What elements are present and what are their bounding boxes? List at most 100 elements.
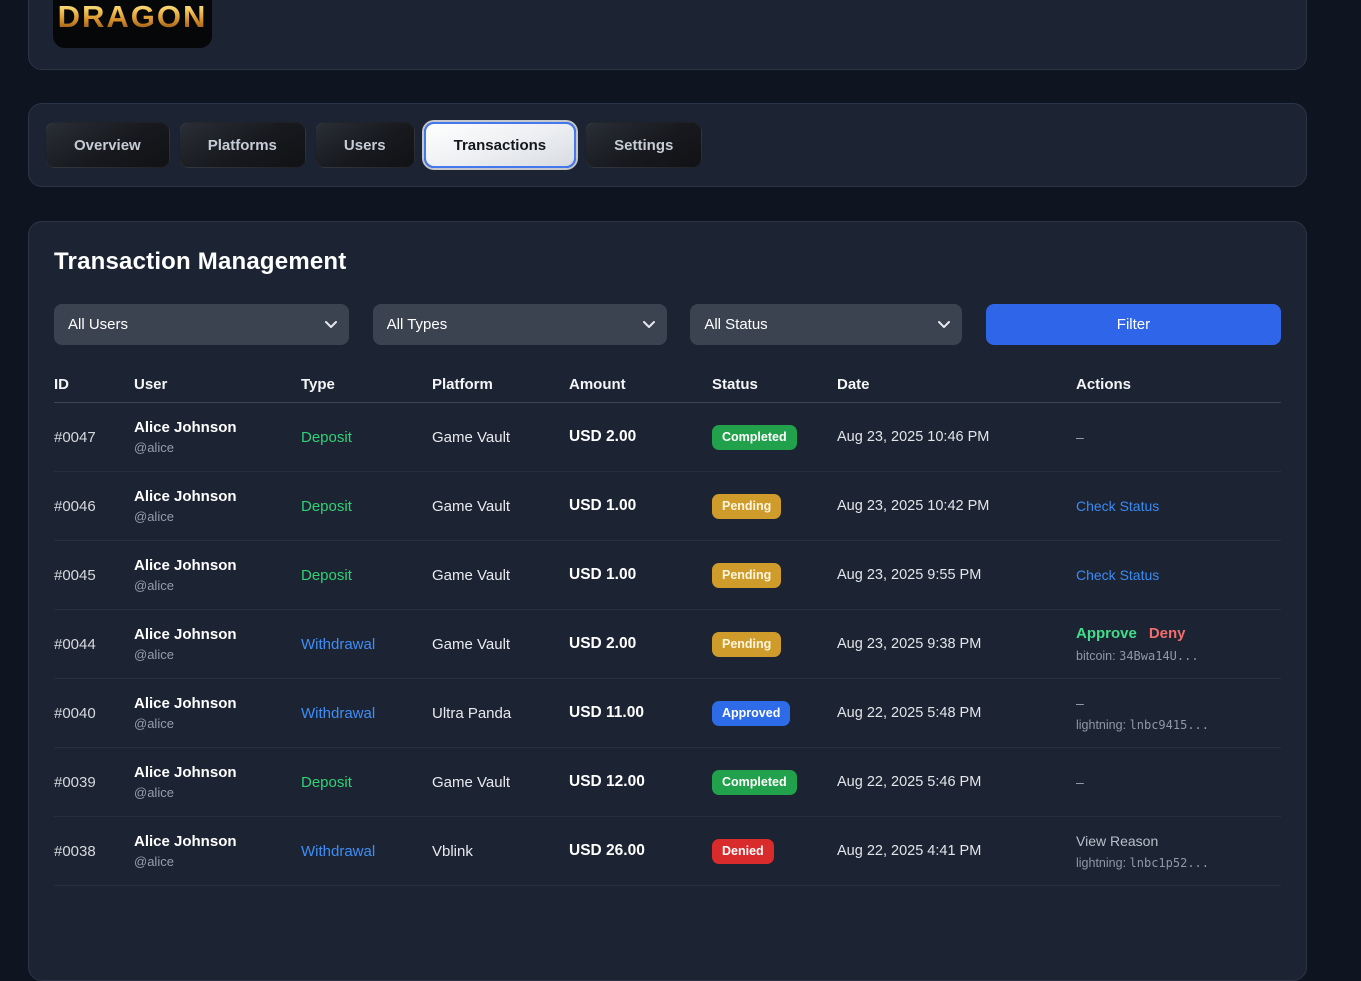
table-row: #0038 Alice Johnson @alice Withdrawal Vb… <box>54 817 1281 886</box>
status-cell: Pending <box>712 494 837 519</box>
table-row: #0046 Alice Johnson @alice Deposit Game … <box>54 472 1281 541</box>
tab-bar: Overview Platforms Users Transactions Se… <box>29 104 1306 186</box>
user-name: Alice Johnson <box>134 419 301 436</box>
column-header-amount: Amount <box>569 376 712 393</box>
amount-value: USD 2.00 <box>569 635 712 653</box>
transaction-type: Withdrawal <box>301 843 432 860</box>
user-name: Alice Johnson <box>134 557 301 574</box>
check-status-link[interactable]: Check Status <box>1076 498 1159 514</box>
actions-line: – <box>1076 774 1281 790</box>
status-cell: Pending <box>712 563 837 588</box>
user-filter-select[interactable]: All Users <box>54 304 349 345</box>
amount-value: USD 1.00 <box>569 566 712 584</box>
status-badge: Pending <box>712 632 781 657</box>
user-name: Alice Johnson <box>134 764 301 781</box>
status-filter-wrap: All Status <box>690 304 962 345</box>
status-badge: Denied <box>712 839 774 864</box>
status-cell: Approved <box>712 701 837 726</box>
transaction-id: #0039 <box>54 774 134 791</box>
status-cell: Completed <box>712 770 837 795</box>
tab-settings[interactable]: Settings <box>585 122 702 168</box>
tab-overview[interactable]: Overview <box>45 122 170 168</box>
actions-cell: ApproveDenybitcoin: 34Bwa14U... <box>1076 625 1281 663</box>
user-handle: @alice <box>134 785 301 800</box>
amount-value: USD 11.00 <box>569 704 712 722</box>
type-filter-select[interactable]: All Types <box>373 304 667 345</box>
deny-link[interactable]: Deny <box>1149 625 1186 642</box>
column-header-platform: Platform <box>432 376 569 393</box>
transaction-id: #0044 <box>54 636 134 653</box>
crypto-address-label: bitcoin: <box>1076 649 1119 663</box>
user-filter-wrap: All Users <box>54 304 349 345</box>
user-name: Alice Johnson <box>134 833 301 850</box>
user-name: Alice Johnson <box>134 626 301 643</box>
transaction-date: Aug 22, 2025 5:48 PM <box>837 705 1076 721</box>
platform-name: Vblink <box>432 843 569 860</box>
actions-line: Check Status <box>1076 567 1281 583</box>
transaction-id: #0046 <box>54 498 134 515</box>
amount-value: USD 1.00 <box>569 497 712 515</box>
column-header-user: User <box>134 376 301 393</box>
tab-users[interactable]: Users <box>315 122 415 168</box>
transaction-type: Withdrawal <box>301 705 432 722</box>
actions-cell: Check Status <box>1076 498 1281 514</box>
user-handle: @alice <box>134 578 301 593</box>
actions-cell: – <box>1076 429 1281 445</box>
tab-transactions[interactable]: Transactions <box>424 122 577 168</box>
view-reason-link[interactable]: View Reason <box>1076 833 1158 849</box>
user-name: Alice Johnson <box>134 695 301 712</box>
actions-cell: – <box>1076 774 1281 790</box>
transaction-type: Deposit <box>301 774 432 791</box>
user-cell: Alice Johnson @alice <box>134 695 301 731</box>
actions-line: Check Status <box>1076 498 1281 514</box>
user-handle: @alice <box>134 647 301 662</box>
table-body: #0047 Alice Johnson @alice Deposit Game … <box>54 403 1281 886</box>
no-action-dash: – <box>1076 774 1084 790</box>
status-cell: Completed <box>712 425 837 450</box>
transaction-id: #0040 <box>54 705 134 722</box>
status-filter-select[interactable]: All Status <box>690 304 962 345</box>
dragon-game-logo[interactable]: DRAGON <box>53 0 212 48</box>
platform-name: Ultra Panda <box>432 705 569 722</box>
transaction-date: Aug 23, 2025 10:46 PM <box>837 429 1076 445</box>
status-badge: Pending <box>712 494 781 519</box>
transaction-id: #0047 <box>54 429 134 446</box>
user-cell: Alice Johnson @alice <box>134 419 301 455</box>
actions-line: Approve Deny <box>1076 625 1281 642</box>
no-action-dash: – <box>1076 695 1084 711</box>
actions-cell: Check Status <box>1076 567 1281 583</box>
transaction-date: Aug 23, 2025 9:38 PM <box>837 636 1076 652</box>
column-header-id: ID <box>54 376 134 393</box>
transaction-management-panel: Transaction Management All Users All Typ… <box>28 221 1307 981</box>
crypto-address-line: lightning: lnbc9415... <box>1076 718 1281 732</box>
filter-toolbar: All Users All Types All Status Filter <box>54 304 1281 345</box>
platform-name: Game Vault <box>432 498 569 515</box>
table-row: #0047 Alice Johnson @alice Deposit Game … <box>54 403 1281 472</box>
table-row: #0039 Alice Johnson @alice Deposit Game … <box>54 748 1281 817</box>
transaction-type: Deposit <box>301 567 432 584</box>
crypto-address-label: lightning: <box>1076 856 1130 870</box>
transaction-date: Aug 22, 2025 5:46 PM <box>837 774 1076 790</box>
user-cell: Alice Johnson @alice <box>134 833 301 869</box>
crypto-address-line: lightning: lnbc1p52... <box>1076 856 1281 870</box>
actions-line: – <box>1076 695 1281 711</box>
transaction-id: #0045 <box>54 567 134 584</box>
status-badge: Completed <box>712 770 797 795</box>
actions-line: – <box>1076 429 1281 445</box>
user-handle: @alice <box>134 854 301 869</box>
approve-link[interactable]: Approve <box>1076 625 1137 642</box>
table-header-row: ID User Type Platform Amount Status Date… <box>54 366 1281 403</box>
transaction-type: Deposit <box>301 429 432 446</box>
amount-value: USD 2.00 <box>569 428 712 446</box>
amount-value: USD 26.00 <box>569 842 712 860</box>
actions-cell: – lightning: lnbc9415... <box>1076 695 1281 732</box>
check-status-link[interactable]: Check Status <box>1076 567 1159 583</box>
transaction-date: Aug 23, 2025 10:42 PM <box>837 498 1076 514</box>
no-action-dash: – <box>1076 429 1084 445</box>
dragon-logo-text: DRAGON <box>58 1 208 32</box>
column-header-type: Type <box>301 376 432 393</box>
status-badge: Pending <box>712 563 781 588</box>
filter-button[interactable]: Filter <box>986 304 1281 345</box>
tab-platforms[interactable]: Platforms <box>179 122 306 168</box>
platform-name: Game Vault <box>432 636 569 653</box>
